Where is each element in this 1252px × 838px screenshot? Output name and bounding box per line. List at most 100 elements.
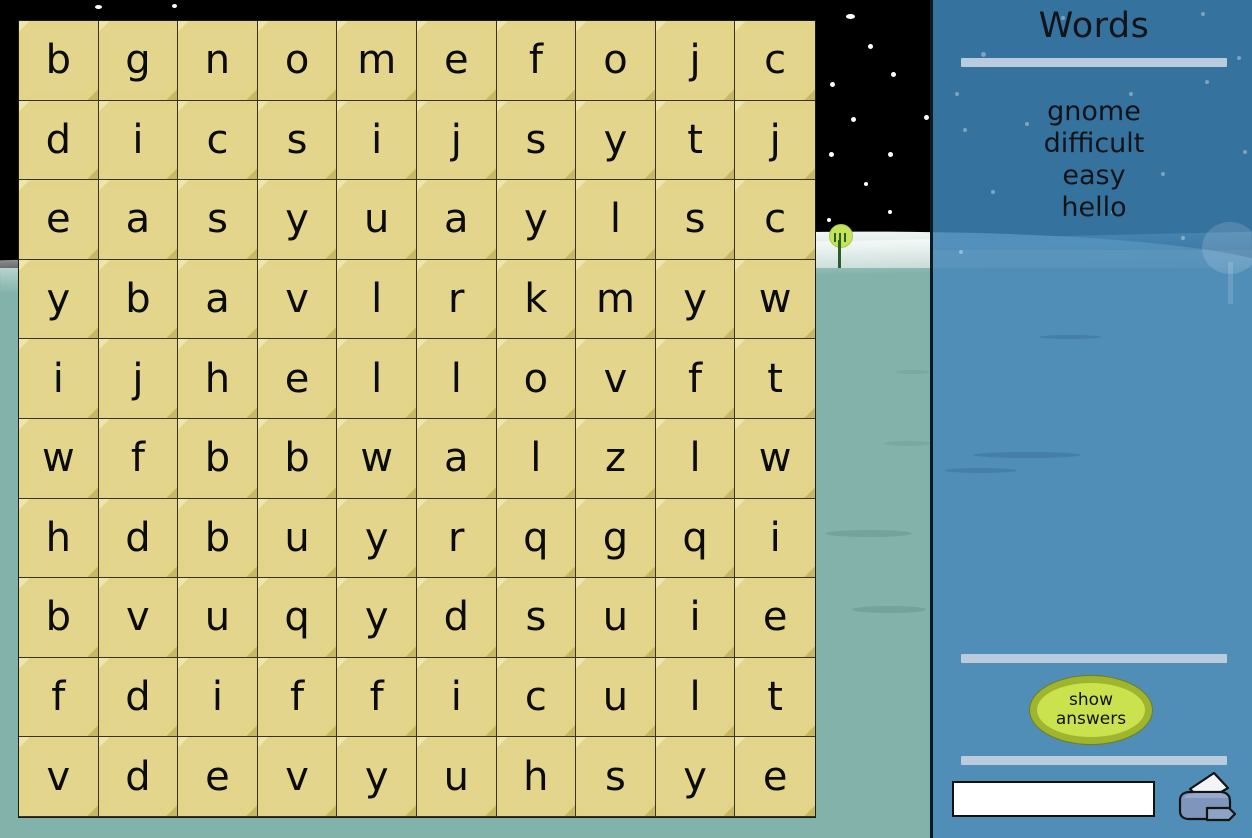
letter-cell[interactable]: o <box>496 339 577 419</box>
letter-cell[interactable]: c <box>735 180 815 260</box>
letter-cell[interactable]: l <box>655 418 736 499</box>
letter-cell[interactable]: r <box>416 498 497 579</box>
letter-cell[interactable]: q <box>655 498 736 579</box>
letter-cell[interactable]: y <box>496 180 577 260</box>
letter-cell[interactable]: i <box>416 657 497 738</box>
letter-cell[interactable]: v <box>257 259 338 340</box>
letter-cell[interactable]: u <box>416 737 497 817</box>
letter-cell[interactable]: a <box>98 180 179 260</box>
letter-cell[interactable]: i <box>98 100 179 181</box>
letter-cell[interactable]: m <box>337 21 417 101</box>
letter-cell[interactable]: c <box>496 657 577 738</box>
letter-cell[interactable]: w <box>337 418 417 499</box>
letter-cell[interactable]: u <box>576 578 656 658</box>
letter-cell[interactable]: k <box>496 259 577 340</box>
letter-cell[interactable]: e <box>735 737 815 817</box>
letter-cell[interactable]: c <box>178 100 258 181</box>
letter-cell[interactable]: a <box>416 418 497 499</box>
letter-cell[interactable]: u <box>337 180 417 260</box>
letter-cell[interactable]: v <box>19 737 99 817</box>
letter-cell[interactable]: u <box>178 578 258 658</box>
letter-cell[interactable]: y <box>337 498 417 579</box>
letter-cell[interactable]: h <box>496 737 577 817</box>
letter-cell[interactable]: y <box>655 259 736 340</box>
letter-cell[interactable]: e <box>257 339 338 419</box>
letter-cell[interactable]: s <box>257 100 338 181</box>
letter-cell[interactable]: y <box>19 259 99 340</box>
letter-cell[interactable]: h <box>178 339 258 419</box>
letter-cell[interactable]: e <box>178 737 258 817</box>
letter-cell[interactable]: t <box>735 339 815 419</box>
letter-cell[interactable]: s <box>576 737 656 817</box>
letter-cell[interactable]: l <box>337 259 417 340</box>
letter-cell[interactable]: j <box>416 100 497 181</box>
letter-cell[interactable]: t <box>655 100 736 181</box>
letter-cell[interactable]: s <box>496 578 577 658</box>
letter-cell[interactable]: l <box>576 180 656 260</box>
letter-cell[interactable]: d <box>416 578 497 658</box>
letter-cell[interactable]: d <box>98 737 179 817</box>
letter-cell[interactable]: u <box>257 498 338 579</box>
letter-cell[interactable]: w <box>735 259 815 340</box>
letter-cell[interactable]: o <box>257 21 338 101</box>
letter-cell[interactable]: b <box>257 418 338 499</box>
letter-cell[interactable]: i <box>735 498 815 579</box>
letter-cell[interactable]: b <box>178 498 258 579</box>
letter-cell[interactable]: y <box>655 737 736 817</box>
letter-cell[interactable]: w <box>735 418 815 499</box>
letter-cell[interactable]: a <box>178 259 258 340</box>
letter-cell[interactable]: y <box>337 737 417 817</box>
letter-cell[interactable]: f <box>257 657 338 738</box>
letter-cell[interactable]: d <box>98 498 179 579</box>
letter-cell[interactable]: n <box>178 21 258 101</box>
letter-cell[interactable]: y <box>576 100 656 181</box>
letter-cell[interactable]: f <box>98 418 179 499</box>
letter-cell[interactable]: i <box>337 100 417 181</box>
show-answers-button[interactable]: show answers <box>1030 676 1152 744</box>
letter-cell[interactable]: e <box>19 180 99 260</box>
letter-cell[interactable]: h <box>19 498 99 579</box>
letter-cell[interactable]: b <box>19 21 99 101</box>
letter-cell[interactable]: f <box>337 657 417 738</box>
letter-cell[interactable]: q <box>257 578 338 658</box>
letter-cell[interactable]: y <box>337 578 417 658</box>
letter-cell[interactable]: j <box>98 339 179 419</box>
letter-cell[interactable]: o <box>576 21 656 101</box>
letter-cell[interactable]: v <box>576 339 656 419</box>
letter-cell[interactable]: l <box>416 339 497 419</box>
letter-cell[interactable]: m <box>576 259 656 340</box>
letter-grid[interactable]: bgnomefojcdicsijsytjeasyuaylscybavlrkmyw… <box>18 20 816 818</box>
letter-cell[interactable]: v <box>98 578 179 658</box>
letter-cell[interactable]: l <box>496 418 577 499</box>
letter-cell[interactable]: b <box>19 578 99 658</box>
letter-cell[interactable]: l <box>655 657 736 738</box>
letter-cell[interactable]: w <box>19 418 99 499</box>
letter-cell[interactable]: s <box>655 180 736 260</box>
letter-cell[interactable]: i <box>178 657 258 738</box>
letter-cell[interactable]: g <box>576 498 656 579</box>
letter-cell[interactable]: s <box>496 100 577 181</box>
letter-cell[interactable]: e <box>735 578 815 658</box>
letter-cell[interactable]: t <box>735 657 815 738</box>
letter-cell[interactable]: d <box>19 100 99 181</box>
letter-cell[interactable]: j <box>655 21 736 101</box>
letter-cell[interactable]: b <box>98 259 179 340</box>
letter-cell[interactable]: u <box>576 657 656 738</box>
letter-cell[interactable]: f <box>655 339 736 419</box>
letter-cell[interactable]: g <box>98 21 179 101</box>
letter-cell[interactable]: l <box>337 339 417 419</box>
letter-cell[interactable]: y <box>257 180 338 260</box>
letter-cell[interactable]: r <box>416 259 497 340</box>
letter-cell[interactable]: a <box>416 180 497 260</box>
letter-cell[interactable]: j <box>735 100 815 181</box>
letter-cell[interactable]: f <box>19 657 99 738</box>
letter-cell[interactable]: i <box>655 578 736 658</box>
letter-cell[interactable]: e <box>416 21 497 101</box>
letter-cell[interactable]: f <box>496 21 577 101</box>
letter-cell[interactable]: s <box>178 180 258 260</box>
letter-cell[interactable]: v <box>257 737 338 817</box>
letter-cell[interactable]: z <box>576 418 656 499</box>
letter-cell[interactable]: q <box>496 498 577 579</box>
letter-cell[interactable]: c <box>735 21 815 101</box>
letter-cell[interactable]: d <box>98 657 179 738</box>
